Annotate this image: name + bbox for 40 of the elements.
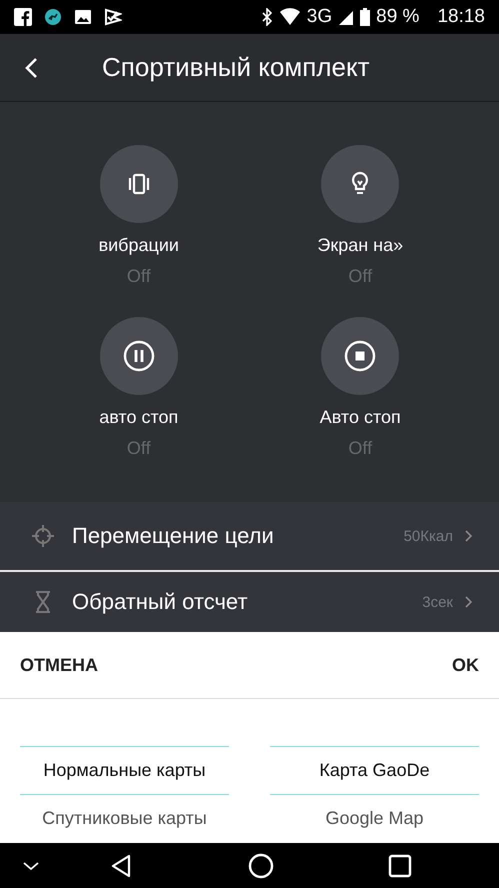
checkmark-flag-icon — [104, 8, 122, 26]
back-button[interactable] — [24, 56, 40, 78]
tile-label: Экран на» — [317, 235, 404, 256]
setting-label: Перемещение цели — [72, 523, 275, 549]
tile-label: авто стоп — [99, 407, 178, 428]
back-icon[interactable] — [110, 854, 132, 878]
setting-value: 3сек — [422, 594, 453, 610]
network-type: 3G — [306, 6, 332, 28]
tile-label: Авто стоп — [320, 407, 401, 428]
setting-value: 50Ккал — [404, 528, 453, 544]
chevron-right-icon — [465, 530, 473, 542]
picker-option[interactable]: Спутниковые карты — [20, 795, 229, 842]
bluetooth-icon — [260, 8, 273, 26]
tile-value: Off — [126, 438, 151, 459]
picker-option[interactable]: Карта GaoDe — [270, 746, 479, 795]
back-icon — [24, 56, 38, 78]
tile-value: Off — [348, 266, 372, 287]
settings-row[interactable]: Обратный отсчет 3сек — [0, 572, 499, 632]
page-title: Спортивный комплект — [102, 52, 370, 83]
picker-option[interactable]: Нормальные карты — [20, 746, 229, 795]
setting-label: Обратный отсчет — [72, 589, 249, 615]
ok-button[interactable]: OK — [452, 650, 479, 680]
settings-row[interactable]: Перемещение цели 50Ккал — [0, 502, 499, 572]
tile-value: Off — [348, 438, 372, 459]
facebook-icon — [14, 8, 32, 26]
chevron-down-icon[interactable] — [22, 860, 40, 872]
tile-label: вибрации — [98, 235, 179, 256]
battery-percentage: 89 % — [376, 6, 420, 28]
wifi-icon — [278, 8, 301, 26]
cancel-button[interactable]: ОТМЕНА — [20, 650, 98, 680]
chevron-right-icon — [465, 596, 473, 608]
tile-value: Off — [126, 266, 151, 287]
image-icon — [74, 8, 92, 26]
recent-apps-icon[interactable] — [388, 854, 412, 878]
battery-icon — [360, 8, 370, 26]
picker-option[interactable]: Google Map — [270, 795, 479, 842]
home-icon[interactable] — [248, 852, 274, 878]
clock: 18:18 — [437, 6, 485, 28]
runner-app-icon — [44, 8, 62, 26]
crosshair-icon — [32, 525, 54, 547]
